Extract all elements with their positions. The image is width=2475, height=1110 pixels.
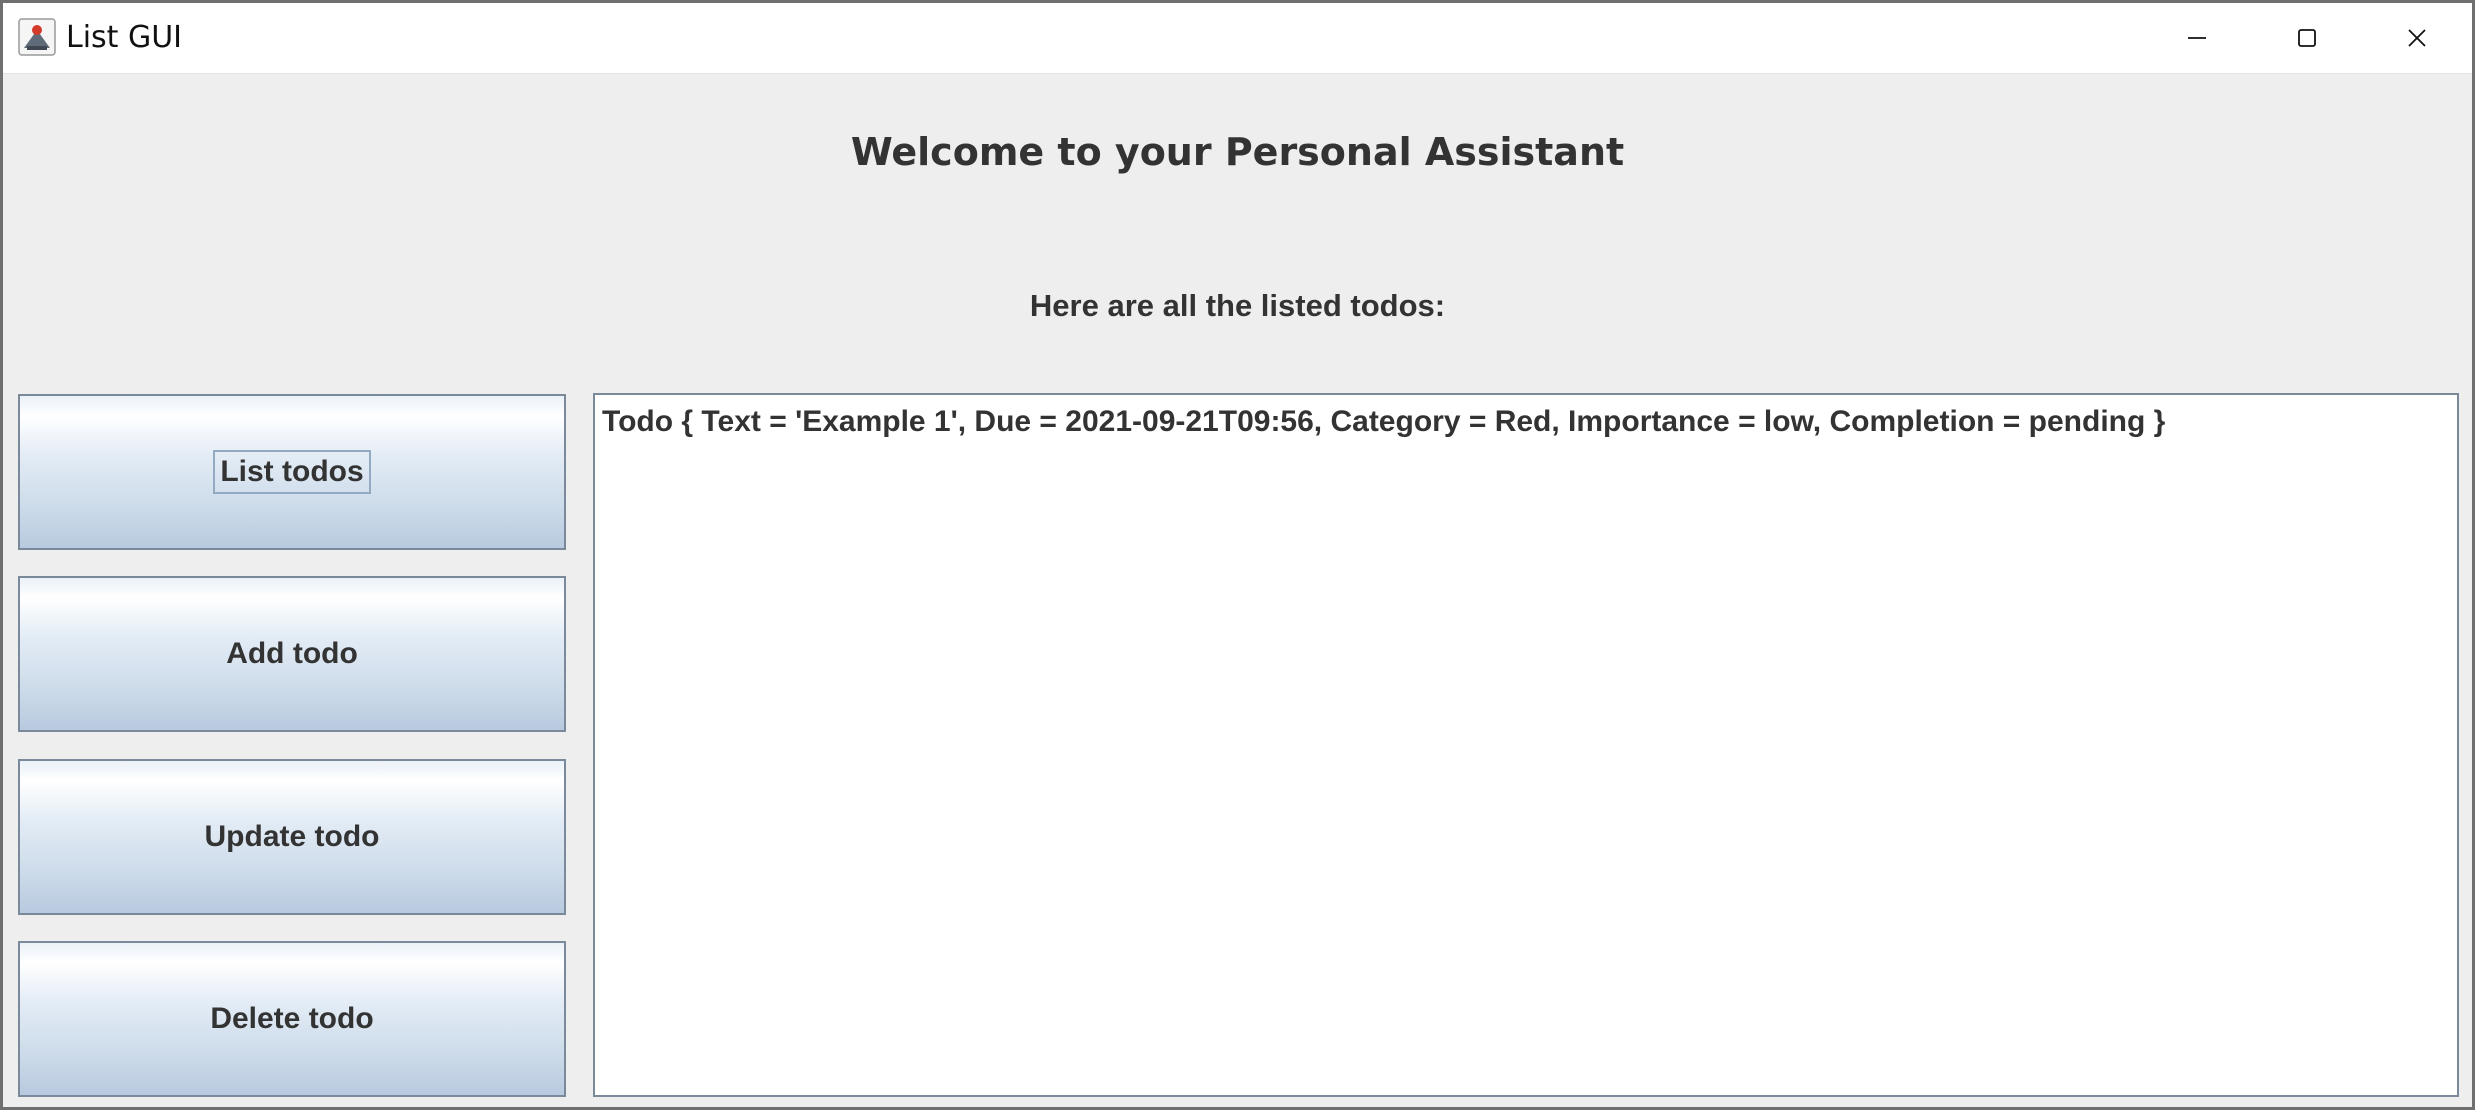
window-title: List GUI — [66, 20, 183, 55]
close-icon — [2408, 29, 2426, 47]
add-todo-label: Add todo — [226, 637, 358, 670]
add-todo-button[interactable]: Add todo — [18, 576, 566, 732]
todo-item[interactable]: Todo { Text = 'Example 1', Due = 2021-09… — [602, 405, 2165, 439]
list-todos-label: List todos — [213, 450, 371, 494]
page-title: Welcome to your Personal Assistant — [850, 130, 1625, 174]
close-button[interactable] — [2362, 3, 2472, 73]
todo-list-area[interactable]: Todo { Text = 'Example 1', Due = 2021-09… — [593, 393, 2459, 1097]
title-bar[interactable]: List GUI — [3, 3, 2472, 74]
delete-todo-button[interactable]: Delete todo — [18, 941, 566, 1097]
list-todos-button[interactable]: List todos — [18, 394, 566, 550]
update-todo-button[interactable]: Update todo — [18, 759, 566, 915]
app-window: List GUI Welcome to your Personal Assist… — [0, 0, 2475, 1110]
minimize-button[interactable] — [2142, 3, 2252, 73]
delete-todo-label: Delete todo — [210, 1002, 374, 1035]
page-subtitle: Here are all the listed todos: — [1029, 288, 1446, 323]
maximize-button[interactable] — [2252, 3, 2362, 73]
minimize-icon — [2188, 37, 2206, 39]
main-content: Welcome to your Personal Assistant Here … — [3, 74, 2472, 1107]
update-todo-label: Update todo — [204, 820, 380, 853]
maximize-icon — [2298, 29, 2316, 47]
java-app-icon — [18, 18, 56, 56]
